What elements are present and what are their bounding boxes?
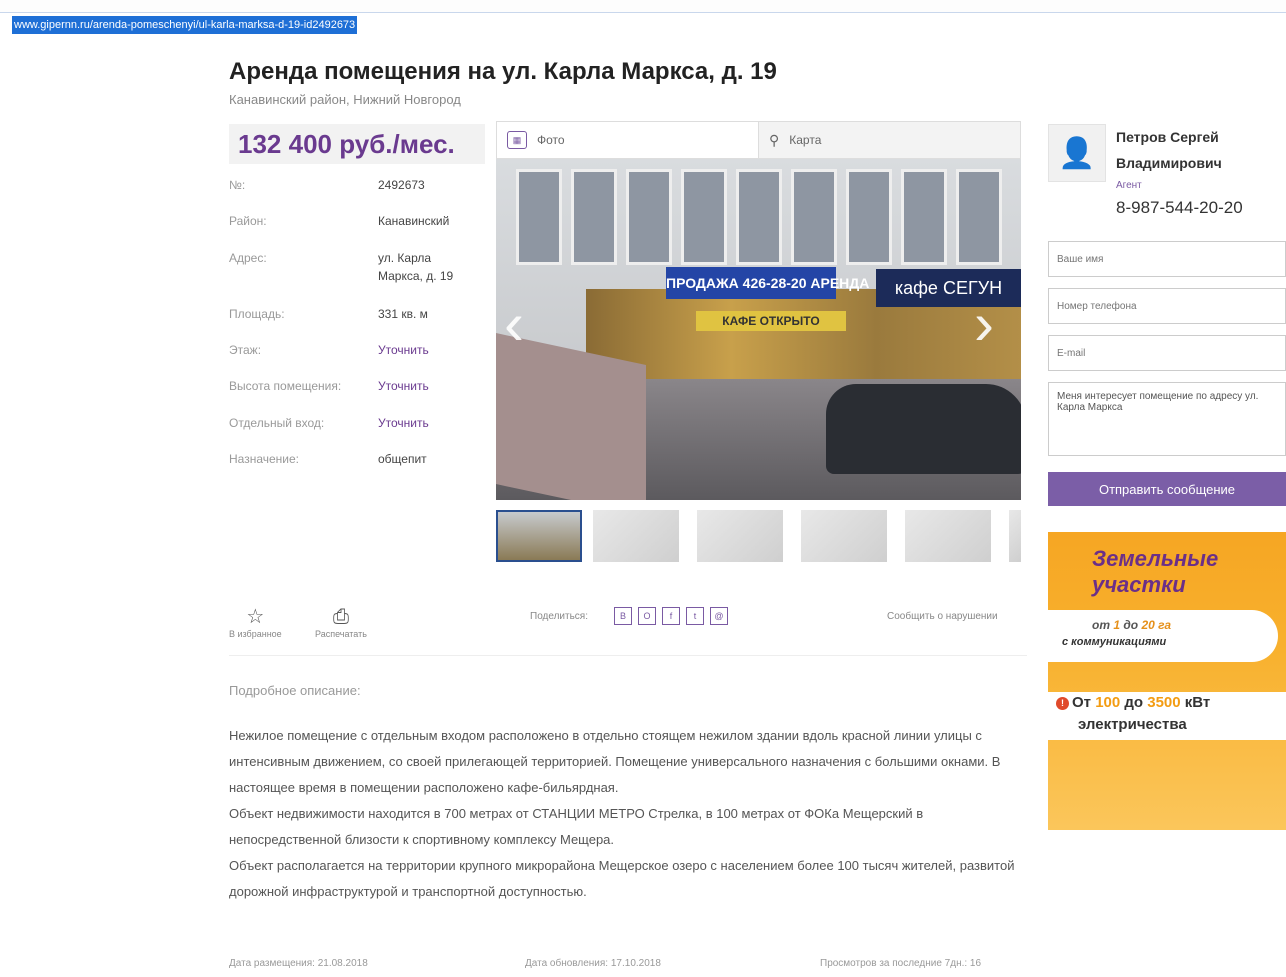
next-arrow-icon[interactable]: ›: [974, 289, 994, 358]
ad-to-text: до: [1120, 618, 1142, 632]
divider: [229, 655, 1027, 656]
prop-value-address: ул. Карла Маркса, д. 19: [378, 251, 454, 283]
ad-power-range: ! От 100 до 3500 кВт: [1056, 694, 1210, 711]
prop-label-entrance: Отдельный вход:: [229, 416, 325, 430]
agent-role: Агент: [1116, 180, 1142, 191]
price: 132 400 руб./мес.: [229, 124, 485, 164]
mail-icon[interactable]: @: [710, 607, 728, 625]
prop-value-entrance[interactable]: Уточнить: [378, 414, 429, 432]
prop-label-id: №:: [229, 178, 246, 192]
ad-kw-max: 3500: [1147, 694, 1181, 711]
ad-power-block: ! От 100 до 3500 кВт электричества: [1048, 692, 1286, 740]
description-paragraph: Объект располагается на территории крупн…: [229, 858, 1015, 899]
prop-value-id: 2492673: [378, 178, 425, 192]
ad-kw-to: до: [1120, 694, 1148, 711]
phone-field[interactable]: [1048, 288, 1286, 324]
ad-utilities: с коммуникациями: [1062, 636, 1167, 648]
photo-icon: ▦: [507, 131, 527, 149]
description-paragraph: Объект недвижимости находится в 700 метр…: [229, 806, 924, 847]
email-field[interactable]: [1048, 335, 1286, 371]
main-photo: ПРОДАЖА 426-28-20 АРЕНДА кафе СЕГУН КАФЕ…: [496, 159, 1021, 500]
agent-avatar: 👤: [1048, 124, 1106, 182]
browser-bar: [0, 0, 1286, 13]
send-message-button[interactable]: Отправить сообщение: [1048, 472, 1286, 506]
description-heading: Подробное описание:: [229, 683, 361, 698]
ad-heading-line1: Земельные: [1092, 546, 1219, 571]
sign-open: КАФЕ ОТКРЫТО: [696, 311, 846, 331]
ad-area-range: от 1 до 20 га: [1092, 618, 1171, 632]
thumbnail[interactable]: [593, 510, 679, 562]
page-title: Аренда помещения на ул. Карла Маркса, д.…: [229, 58, 777, 85]
thumbnail[interactable]: [697, 510, 783, 562]
description-text: Нежилое помещение с отдельным входом рас…: [229, 723, 1029, 905]
thumbnail-strip: [496, 510, 1021, 562]
sign-cafe: кафе СЕГУН: [876, 269, 1021, 307]
tab-map-label: Карта: [789, 133, 822, 147]
prop-value-floor[interactable]: Уточнить: [378, 341, 429, 359]
message-field[interactable]: Меня интересует помещение по адресу ул. …: [1048, 382, 1286, 456]
ad-to-value: 20 га: [1141, 618, 1172, 632]
printer-icon: ⎙: [332, 606, 349, 628]
prop-label-area: Площадь:: [229, 307, 285, 321]
ad-heading: Земельные участки: [1092, 546, 1218, 598]
tab-map[interactable]: ⚲ Карта: [759, 122, 1020, 158]
tab-photo-label: Фото: [537, 133, 565, 147]
sign-sale-rent: ПРОДАЖА 426-28-20 АРЕНДА: [666, 267, 869, 299]
prop-label-district: Район:: [229, 214, 267, 228]
vk-icon[interactable]: В: [614, 607, 632, 625]
ad-kw-unit: кВт: [1180, 694, 1211, 711]
prop-label-address: Адрес:: [229, 251, 267, 265]
media-tabs: ▦ Фото ⚲ Карта: [496, 121, 1021, 159]
user-icon: 👤: [1058, 136, 1096, 170]
favorite-button[interactable]: ☆ В избранное: [229, 605, 282, 639]
ad-band: от 1 до 20 га с коммуникациями: [1048, 610, 1278, 662]
prop-value-purpose: общепит: [378, 452, 427, 466]
thumbnail[interactable]: [801, 510, 887, 562]
prop-label-floor: Этаж:: [229, 343, 262, 357]
parked-car: [826, 384, 1021, 474]
tab-photo[interactable]: ▦ Фото: [497, 122, 759, 158]
thumbnail[interactable]: [496, 510, 582, 562]
print-button[interactable]: ⎙ Распечатать: [315, 605, 367, 639]
agent-name: Петров Сергей Владимирович: [1116, 129, 1222, 171]
date-updated: Дата обновления: 17.10.2018: [525, 958, 661, 969]
ad-electricity: электричества: [1078, 716, 1187, 733]
print-label: Распечатать: [315, 629, 367, 639]
share-block: Поделиться: В О f t @: [530, 607, 728, 625]
fb-icon[interactable]: f: [662, 607, 680, 625]
star-icon: ☆: [246, 606, 265, 628]
ok-icon[interactable]: О: [638, 607, 656, 625]
share-label: Поделиться:: [530, 610, 588, 622]
agent-phone[interactable]: 8-987-544-20-20: [1116, 198, 1243, 218]
location-subtitle: Канавинский район, Нижний Новгород: [229, 92, 461, 107]
prop-label-height: Высота помещения:: [229, 379, 342, 393]
description-paragraph: Нежилое помещение с отдельным входом рас…: [229, 728, 1001, 795]
map-pin-icon: ⚲: [769, 131, 780, 148]
views-count: Просмотров за последние 7дн.: 16: [820, 958, 982, 969]
favorite-label: В избранное: [229, 629, 282, 639]
ad-kw-from: От: [1072, 694, 1096, 711]
tw-icon[interactable]: t: [686, 607, 704, 625]
url-selection[interactable]: www.gipernn.ru/arenda-pomeschenyi/ul-kar…: [12, 16, 358, 34]
report-link[interactable]: Сообщить о нарушении: [887, 611, 998, 622]
date-placed: Дата размещения: 21.08.2018: [229, 958, 368, 969]
thumbnail[interactable]: [1009, 510, 1021, 562]
prop-value-area: 331 кв. м: [378, 307, 428, 321]
prop-value-height[interactable]: Уточнить: [378, 377, 429, 395]
name-field[interactable]: [1048, 241, 1286, 277]
ad-kw-min: 100: [1095, 694, 1121, 711]
power-icon: !: [1056, 696, 1069, 710]
ad-heading-line2: участки: [1092, 572, 1186, 597]
ad-from-text: от: [1092, 618, 1114, 632]
ad-banner[interactable]: Земельные участки от 1 до 20 га с коммун…: [1048, 532, 1286, 830]
prop-label-purpose: Назначение:: [229, 452, 300, 466]
prev-arrow-icon[interactable]: ‹: [504, 289, 524, 358]
prop-value-district: Канавинский: [378, 214, 450, 228]
thumbnail[interactable]: [905, 510, 991, 562]
